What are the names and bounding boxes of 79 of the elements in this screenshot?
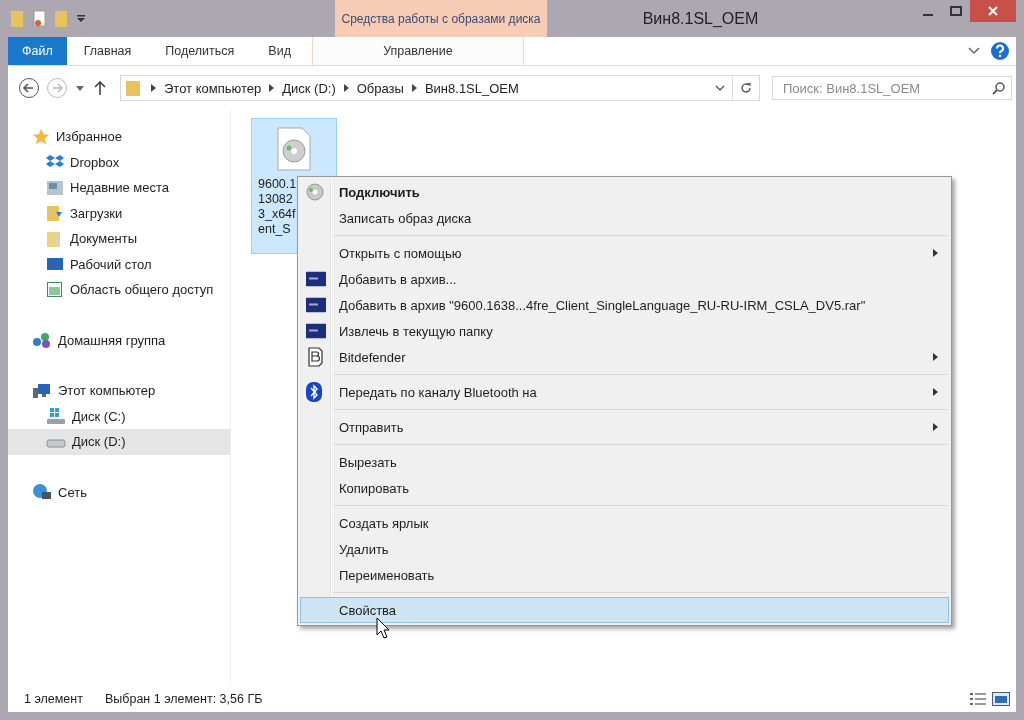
address-bar[interactable]: Этот компьютер Диск (D:) Образы Вин8.1SL_OEM xyxy=(120,75,760,101)
menu-item[interactable]: Вырезать xyxy=(300,449,949,475)
breadcrumb-arrow-icon[interactable] xyxy=(151,84,156,92)
refresh-icon xyxy=(740,82,752,94)
breadcrumb-arrow-icon[interactable] xyxy=(343,84,349,92)
chevron-down-icon xyxy=(715,85,725,91)
large-icons-view-icon[interactable] xyxy=(992,691,1010,706)
caret-icon xyxy=(76,85,84,91)
navigation-item[interactable]: Избранное xyxy=(8,124,230,150)
navigation-item[interactable]: Dropbox xyxy=(8,149,230,175)
menu-item[interactable]: Свойства xyxy=(300,597,949,623)
archive-icon xyxy=(306,297,326,313)
file-name: 3_x64f xyxy=(258,207,297,222)
archive-icon xyxy=(306,323,326,339)
ribbon-tab[interactable]: Вид xyxy=(251,37,308,65)
navigation-item[interactable]: Сеть xyxy=(8,479,230,505)
disc-image-file-icon xyxy=(276,127,312,171)
search-field[interactable]: Поиск: Вин8.1SL_OEM xyxy=(772,76,1012,100)
ribbon-tab[interactable]: Поделиться xyxy=(148,37,252,65)
breadcrumb-arrow-icon[interactable] xyxy=(269,84,275,92)
navigation-item[interactable]: Диск (D:) xyxy=(8,429,230,455)
breadcrumb-item[interactable]: Образы xyxy=(356,80,404,96)
ribbon-tab[interactable]: Главная xyxy=(66,37,149,65)
menu-item[interactable]: Удалить xyxy=(300,536,949,562)
navigation-item[interactable]: Область общего доступ xyxy=(8,277,230,303)
customize-caret-icon[interactable] xyxy=(76,13,86,24)
menu-item[interactable]: Добавить в архив "9600.1638...4fre_Client_SingleLanguage_RU-RU-IRM_CSLA_DV5.rar" xyxy=(300,292,949,318)
star-icon xyxy=(32,127,50,146)
minimize-icon xyxy=(923,14,933,16)
chevron-down-icon[interactable] xyxy=(968,47,980,55)
bitdefender-icon xyxy=(306,347,324,367)
homegroup-icon xyxy=(32,331,52,350)
navigation-item[interactable]: Этот компьютер xyxy=(8,378,230,404)
mouse-cursor-icon xyxy=(376,617,390,639)
search-icon xyxy=(992,81,1005,95)
close-button[interactable] xyxy=(970,0,1016,22)
downloads-folder-icon xyxy=(46,204,64,223)
contextual-tab-header: Средства работы с образами диска xyxy=(335,0,547,37)
bluetooth-icon xyxy=(306,382,322,402)
navigation-item[interactable]: Диск (C:) xyxy=(8,403,230,429)
shared-folder-icon xyxy=(46,280,64,299)
details-view-icon[interactable] xyxy=(970,691,986,706)
system-drive-icon xyxy=(46,407,66,426)
navigation-item[interactable]: Рабочий стол xyxy=(8,251,230,277)
menu-item[interactable]: Извлечь в текущую папку xyxy=(300,318,949,344)
menu-item[interactable]: Добавить в архив... xyxy=(300,266,949,292)
menu-item[interactable]: Передать по каналу Bluetooth на xyxy=(300,379,949,405)
help-icon[interactable] xyxy=(990,41,1010,61)
file-name: 13082 xyxy=(258,192,294,207)
file-name: ent_S xyxy=(258,222,292,237)
computer-icon xyxy=(32,381,52,400)
file-menu-button[interactable]: Файл xyxy=(8,37,67,65)
breadcrumb-arrow-icon[interactable] xyxy=(411,84,417,92)
archive-icon xyxy=(306,271,326,287)
navigation-item[interactable]: Недавние места xyxy=(8,175,230,201)
navigation-item[interactable]: Домашняя группа xyxy=(8,327,230,353)
breadcrumb-item[interactable]: Диск (D:) xyxy=(282,80,336,96)
navigation-item[interactable]: Документы xyxy=(8,226,230,252)
back-button[interactable] xyxy=(18,77,40,99)
new-document-icon[interactable] xyxy=(32,9,48,28)
menu-item[interactable]: Создать ярлык xyxy=(300,510,949,536)
desktop-icon xyxy=(46,256,64,273)
network-icon xyxy=(32,483,52,502)
menu-item[interactable]: Bitdefender xyxy=(300,344,949,370)
disc-icon xyxy=(306,183,324,201)
maximize-icon xyxy=(950,6,962,16)
folder-icon xyxy=(125,79,143,97)
menu-item[interactable]: Переименовать xyxy=(300,562,949,588)
recent-places-icon xyxy=(46,178,64,197)
breadcrumb-item[interactable]: Вин8.1SL_OEM xyxy=(424,80,519,96)
navigation-item[interactable]: Загрузки xyxy=(8,200,230,226)
breadcrumb-item[interactable]: Этот компьютер xyxy=(164,80,262,96)
selection-info: Выбран 1 элемент: 3,56 ГБ xyxy=(104,691,263,706)
file-name: 9600.1 xyxy=(258,177,297,192)
menu-item[interactable]: Копировать xyxy=(300,475,949,501)
window-title: Вин8.1SL_OEM xyxy=(641,8,760,29)
close-icon xyxy=(988,6,998,16)
item-count: 1 элемент xyxy=(24,691,83,706)
menu-item[interactable]: Отправить xyxy=(300,414,949,440)
